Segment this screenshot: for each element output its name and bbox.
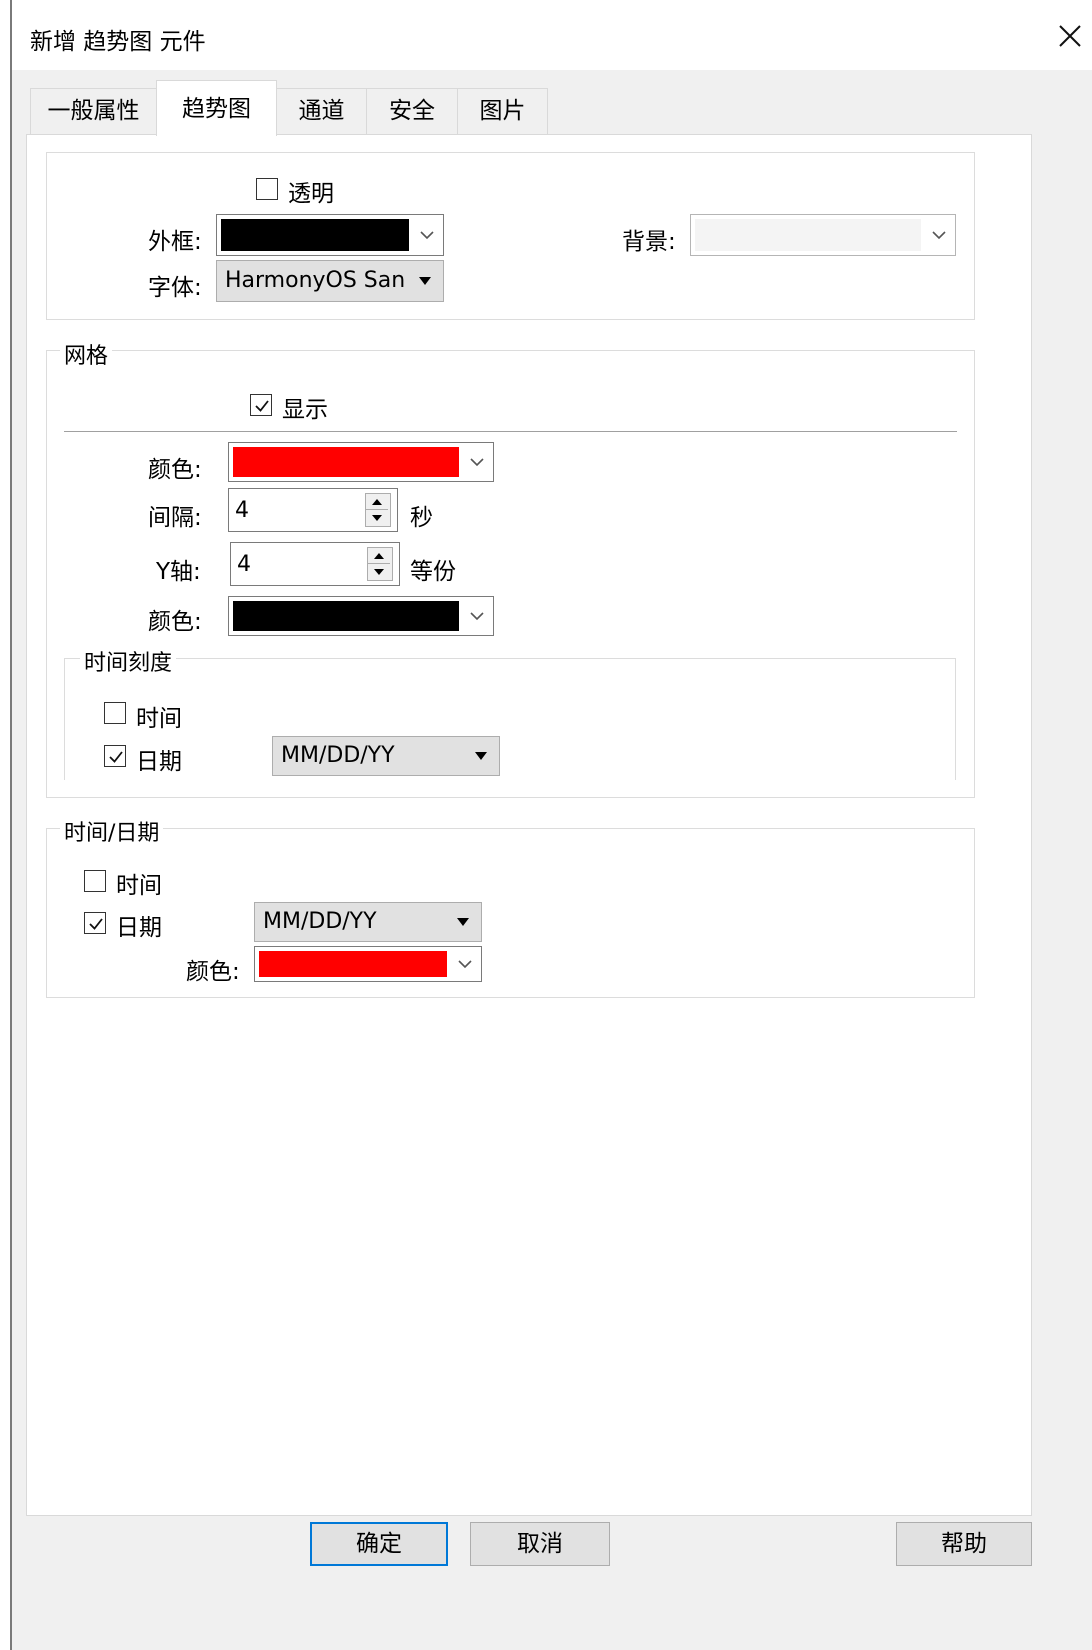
interval-spin-buttons	[365, 493, 391, 527]
help-button[interactable]: 帮助	[896, 1522, 1032, 1566]
grid-show-label: 显示	[282, 397, 328, 423]
grid-group-title: 网格	[60, 338, 113, 370]
time-date-title: 时间/日期	[60, 815, 164, 847]
time-scale-group	[64, 658, 956, 780]
close-icon[interactable]	[1052, 18, 1088, 54]
timedate-date-checkbox[interactable]	[84, 912, 106, 934]
spin-up-button[interactable]	[366, 494, 388, 510]
timedate-date-label: 日期	[116, 915, 162, 941]
timedate-time-label: 时间	[116, 873, 162, 899]
chevron-down-icon	[470, 612, 484, 621]
tab-channel[interactable]: 通道	[276, 88, 367, 134]
scale-time-checkbox[interactable]	[104, 702, 126, 724]
yaxis-color-swatch	[233, 601, 459, 631]
yaxis-unit: 等份	[410, 559, 456, 585]
yaxis-label: Y轴:	[156, 559, 201, 585]
font-value: HarmonyOS San	[225, 268, 406, 293]
dropdown-arrow-icon	[457, 918, 469, 926]
scale-date-label: 日期	[136, 749, 182, 775]
ok-button[interactable]: 确定	[310, 1522, 448, 1566]
timedate-date-format-value: MM/DD/YY	[263, 909, 377, 934]
transparent-checkbox[interactable]	[256, 178, 278, 200]
spin-down-button[interactable]	[368, 564, 390, 580]
border-label: 外框:	[148, 229, 202, 255]
timedate-color-swatch	[259, 951, 447, 977]
grid-color-combo[interactable]	[228, 442, 494, 482]
cancel-button[interactable]: 取消	[470, 1522, 610, 1566]
tab-image[interactable]: 图片	[457, 88, 548, 134]
timedate-color-label: 颜色:	[186, 959, 240, 985]
font-dropdown[interactable]: HarmonyOS San	[216, 260, 444, 302]
grid-divider	[64, 431, 957, 432]
yaxis-spin-buttons	[367, 547, 393, 581]
scale-date-format-dropdown[interactable]: MM/DD/YY	[272, 736, 500, 776]
scale-date-format-value: MM/DD/YY	[281, 743, 395, 768]
scale-date-checkbox[interactable]	[104, 745, 126, 767]
dropdown-arrow-icon	[475, 752, 487, 760]
interval-label: 间隔:	[148, 505, 202, 531]
interval-unit: 秒	[410, 505, 433, 531]
background-color-swatch	[695, 219, 921, 251]
tab-page-trend	[26, 134, 1032, 1516]
tab-security[interactable]: 安全	[366, 88, 458, 134]
grid-show-checkbox[interactable]	[250, 394, 272, 416]
time-scale-title: 时间刻度	[80, 645, 177, 677]
interval-value: 4	[235, 498, 249, 523]
yaxis-color-label: 颜色:	[148, 609, 202, 635]
chevron-down-icon	[470, 458, 484, 467]
timedate-time-checkbox[interactable]	[84, 870, 106, 892]
border-color-swatch	[221, 219, 409, 251]
tab-general[interactable]: 一般属性	[30, 88, 157, 134]
scale-time-label: 时间	[136, 706, 182, 732]
grid-color-swatch	[233, 447, 459, 477]
timedate-date-format-dropdown[interactable]: MM/DD/YY	[254, 902, 482, 942]
spin-down-button[interactable]	[366, 510, 388, 526]
yaxis-spinner[interactable]: 4	[230, 542, 400, 586]
tab-trend[interactable]: 趋势图	[156, 80, 277, 136]
chevron-down-icon	[932, 231, 946, 240]
background-color-combo[interactable]	[690, 214, 956, 256]
timedate-color-combo[interactable]	[254, 946, 482, 982]
grid-color-label: 颜色:	[148, 457, 202, 483]
chevron-down-icon	[420, 231, 434, 240]
border-color-combo[interactable]	[216, 214, 444, 256]
spin-up-button[interactable]	[368, 548, 390, 564]
yaxis-value: 4	[237, 552, 251, 577]
chevron-down-icon	[458, 960, 472, 969]
dialog-title: 新增 趋势图 元件	[30, 29, 206, 55]
transparent-label: 透明	[288, 181, 334, 207]
dropdown-arrow-icon	[419, 277, 431, 285]
interval-spinner[interactable]: 4	[228, 488, 398, 532]
background-label: 背景:	[622, 229, 676, 255]
yaxis-color-combo[interactable]	[228, 596, 494, 636]
font-label: 字体:	[148, 275, 202, 301]
